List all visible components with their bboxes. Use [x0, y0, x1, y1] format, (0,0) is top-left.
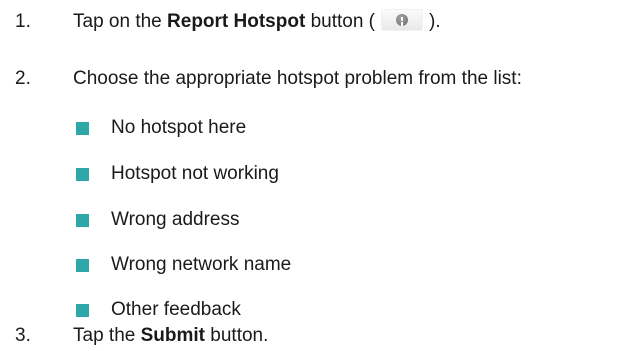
- list-item-label: Hotspot not working: [111, 163, 279, 184]
- list-item-label: Wrong network name: [111, 254, 292, 275]
- step-text: Tap the Submit button.: [73, 325, 268, 347]
- step-suffix: button.: [205, 325, 269, 346]
- step-number: 3.: [15, 325, 31, 346]
- step-middle: button (: [305, 11, 376, 32]
- step-number: 2.: [15, 68, 31, 89]
- step-bold-label: Report Hotspot: [167, 11, 306, 32]
- step-bold-label: Submit: [140, 325, 205, 346]
- square-bullet-icon: [76, 304, 89, 317]
- step-prefix: Tap the: [73, 325, 141, 346]
- step-prefix: Tap on the: [73, 11, 168, 32]
- list-item-label: Wrong address: [111, 209, 240, 230]
- square-bullet-icon: [76, 259, 89, 272]
- list-item-label: No hotspot here: [111, 117, 247, 138]
- step-text: Tap on the Report Hotspot button ().: [73, 9, 441, 33]
- square-bullet-icon: [76, 214, 89, 227]
- square-bullet-icon: [76, 122, 89, 135]
- report-hotspot-button: [381, 9, 424, 32]
- step-text: Choose the appropriate hotspot problem f…: [73, 68, 522, 89]
- step-suffix: ).: [429, 11, 441, 32]
- step-number: 1.: [15, 11, 31, 32]
- report-hotspot-icon: [396, 14, 409, 27]
- square-bullet-icon: [76, 168, 89, 181]
- list-item-label: Other feedback: [111, 299, 241, 320]
